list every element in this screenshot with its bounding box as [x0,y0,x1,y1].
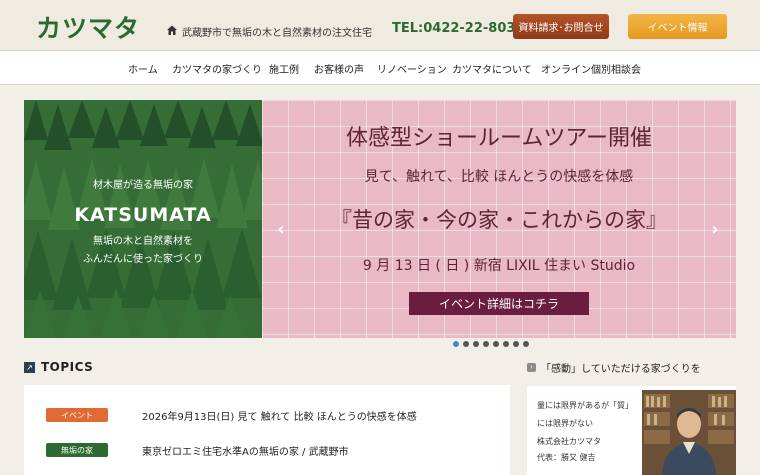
topic-title[interactable]: 東京ゼロエミ住宅水準Aの無垢の家 / 武蔵野市 [142,443,349,458]
hero-slider[interactable]: 材木屋が造る無垢の家 KATSUMATA 無垢の木と自然素材を ふんだんに使った… [24,100,736,338]
event-subtitle: 見て、触れて、比較 ほんとうの快感を体感 [364,169,634,185]
topics-label: TOPICS [41,360,94,374]
forest-text-line2: ふんだんに使った家づくり [83,254,203,265]
topics-list: イベント 2026年9月13日(日) 見て 触れて 比較 ほんとうの快感を体感 … [24,385,510,475]
kando-heading: › 「感動」していただける家づくりを [527,360,701,375]
arrow-right-icon: › [527,362,536,372]
slider-dot[interactable] [513,341,519,347]
nav-item-voices[interactable]: お客様の声 [314,61,364,76]
arrow-box-icon: ↗ [24,361,35,373]
site-header: カツマタ 武蔵野市で無垢の木と自然素材の注文住宅 TEL:0422-22-803… [0,0,760,50]
event-info-button[interactable]: イベント情報 [628,14,727,39]
kando-label: 「感動」していただける家づくりを [541,363,701,375]
slider-dot[interactable] [483,341,489,347]
slider-dot[interactable] [523,341,529,347]
category-badge: 無垢の家 [46,443,108,457]
message-line: 代表：勝又 健吉 [537,453,596,462]
message-line: 量には限界があるが「質」 [537,401,633,410]
event-date: 9 月 13 日 ( 日 ) 新宿 LIXIL 住まい Studio [362,258,636,274]
message-box[interactable]: 量には限界があるが「質」 には限界がない 株式会社カツマタ 代表：勝又 健吉 [527,386,736,475]
request-info-button[interactable]: 資料請求･お問合せ [513,14,609,39]
forest-caption: 材木屋が造る無垢の家 [93,180,193,191]
main-nav: ホーム カツマタの家づくり 施工例 お客様の声 リノベーション カツマタについて… [0,50,760,85]
forest-text-line1: 無垢の木と自然素材を [93,236,193,247]
nav-item-home[interactable]: ホーム [128,61,158,76]
nav-item-about[interactable]: カツマタについて [452,61,532,76]
category-badge: イベント [46,408,108,422]
slider-next-icon[interactable]: › [708,220,722,240]
message-line: には限界がない [537,419,593,428]
tagline: 武蔵野市で無垢の木と自然素材の注文住宅 [182,28,372,39]
slider-dot[interactable] [453,341,459,347]
event-title: 体感型ショールームツアー開催 [345,126,653,151]
site-logo[interactable]: カツマタ [36,9,140,45]
nav-item-online-consult[interactable]: オンライン個別相談会 [541,61,641,76]
topic-title[interactable]: 2026年9月13日(日) 見て 触れて 比較 ほんとうの快感を体感 [142,408,417,423]
event-panel: 体感型ショールームツアー開催 見て、触れて、比較 ほんとうの快感を体感 『昔の家… [262,100,736,338]
nav-item-housebuilding[interactable]: カツマタの家づくり [172,61,262,76]
topics-heading: ↗ TOPICS [24,359,93,375]
event-details-button[interactable]: イベント詳細はコチラ [409,292,589,315]
president-photo [642,390,736,475]
nav-item-works[interactable]: 施工例 [269,61,299,76]
forest-brand: KATSUMATA [74,204,212,226]
slider-prev-icon[interactable]: ‹ [274,220,288,240]
list-item[interactable]: 無垢の家 東京ゼロエミ住宅水準Aの無垢の家 / 武蔵野市 [24,438,510,462]
message-line: 株式会社カツマタ [537,437,601,446]
slider-dot[interactable] [473,341,479,347]
slider-dot[interactable] [463,341,469,347]
phone-number[interactable]: TEL:0422-22-8033 [392,21,524,36]
event-quote: 『昔の家・今の家・これからの家』 [331,208,667,232]
slider-dot[interactable] [493,341,499,347]
house-icon [167,25,177,35]
forest-panel: 材木屋が造る無垢の家 KATSUMATA 無垢の木と自然素材を ふんだんに使った… [24,100,262,338]
nav-item-renovation[interactable]: リノベーション [377,61,447,76]
list-item[interactable]: イベント 2026年9月13日(日) 見て 触れて 比較 ほんとうの快感を体感 [24,403,510,427]
slider-dot[interactable] [503,341,509,347]
